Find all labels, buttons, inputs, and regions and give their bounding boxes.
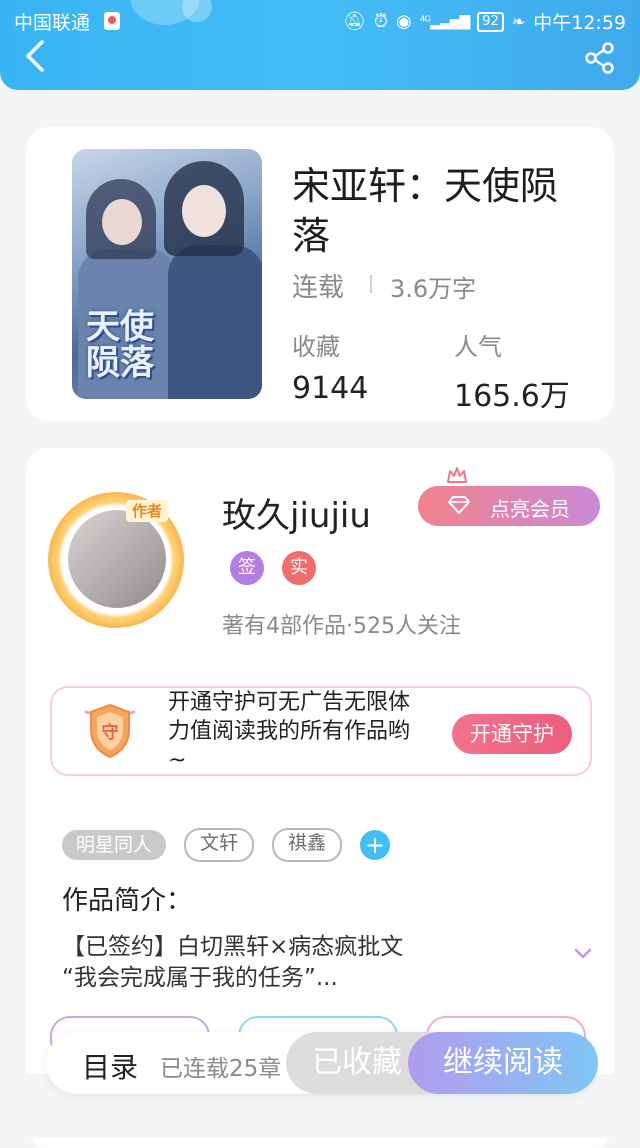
guard-promo-box: 守 开通守护可无广告无限体力值阅读我的所有作品哟~ 开通守护 [50, 686, 592, 776]
toc-button[interactable]: 目录 [82, 1046, 138, 1086]
intro-line: “我会完成属于我的任务”... [62, 965, 338, 991]
guard-button[interactable]: 开通守护 [452, 714, 572, 754]
favorites-count: 9144 [292, 371, 369, 406]
chevron-left-icon[interactable] [22, 40, 48, 72]
intro-text: 【已签约】白切黑轩×病态疯批文 “我会完成属于我的任务”... [62, 932, 532, 994]
sim-card-icon [104, 12, 120, 30]
carrier-label: 中国联通 [14, 12, 91, 34]
crown-icon [447, 467, 467, 483]
vip-button[interactable]: 点亮会员 [418, 486, 600, 526]
leaf-icon: ❧ [511, 12, 526, 31]
verified-badge: 实 [282, 551, 316, 585]
tag-chip[interactable]: 祺鑫 [272, 828, 343, 862]
cover-figure [168, 245, 262, 399]
shield-char: 守 [102, 722, 119, 743]
author-stats: 著有4部作品·525人关注 [222, 614, 461, 639]
serial-status: 已连载25章 [160, 1056, 282, 1082]
book-title: 宋亚轩：天使陨落 [292, 164, 559, 258]
cover-face [102, 199, 142, 245]
favorites-label: 收藏 [292, 333, 340, 361]
status-bar: 中国联通 🔕︎ ⏰︎ ◉ ⁴ᴳ▂▃▅▇ 92 ❧ 中午12:59 [0, 6, 640, 38]
add-tag-button[interactable]: + [360, 830, 391, 860]
word-count: 3.6万字 [390, 275, 477, 303]
battery-icon: 92 [477, 11, 504, 32]
cover-face [182, 185, 226, 237]
popularity-count: 165.6万 [454, 379, 570, 414]
intro-line: 【已签约】白切黑轩×病态疯批文 [62, 934, 404, 960]
tag-chip[interactable]: 明星同人 [62, 830, 167, 860]
avatar[interactable] [68, 510, 166, 608]
top-header: 中国联通 🔕︎ ⏰︎ ◉ ⁴ᴳ▂▃▅▇ 92 ❧ 中午12:59 [0, 0, 640, 90]
diamond-icon [448, 496, 470, 514]
author-name[interactable]: 玫久jiujiu [222, 488, 371, 537]
tag-list: 明星同人 文轩 祺鑫 + [62, 828, 391, 862]
tag-chip[interactable]: 文轩 [184, 828, 255, 862]
clock: 中午12:59 [533, 12, 626, 34]
divider [370, 275, 372, 293]
book-info-card: 天使陨落 宋亚轩：天使陨落 连载 3.6万字 收藏 人气 9144 165.6万 [26, 127, 614, 421]
bottom-action-bar: 目录 已连载25章 已收藏 继续阅读 [46, 1032, 598, 1094]
signed-badge: 签 [230, 551, 264, 585]
vip-button-label: 点亮会员 [490, 497, 570, 521]
cover-title: 天使陨落 [86, 307, 154, 383]
continue-reading-button[interactable]: 继续阅读 [408, 1032, 598, 1094]
eye-icon: ◉ [396, 11, 412, 32]
share-icon[interactable] [584, 42, 616, 74]
book-cover[interactable]: 天使陨落 [72, 149, 262, 399]
status-right: 🔕︎ ⏰︎ ◉ ⁴ᴳ▂▃▅▇ 92 ❧ 中午12:59 [343, 8, 626, 35]
chevron-down-icon[interactable] [574, 948, 592, 960]
shield-icon: 守 [84, 703, 136, 759]
intro-title: 作品简介： [62, 886, 193, 916]
4g-signal-icon: ⁴ᴳ▂▃▅▇ [419, 13, 471, 30]
guard-promo-text: 开通守护可无广告无限体力值阅读我的所有作品哟~ [168, 690, 411, 773]
alarm-icon: ⏰︎ [374, 11, 389, 32]
popularity-label: 人气 [454, 333, 502, 361]
mute-icon: 🔕︎ [343, 11, 366, 32]
book-status: 连载 [292, 273, 345, 303]
author-tag: 作者 [126, 500, 168, 522]
